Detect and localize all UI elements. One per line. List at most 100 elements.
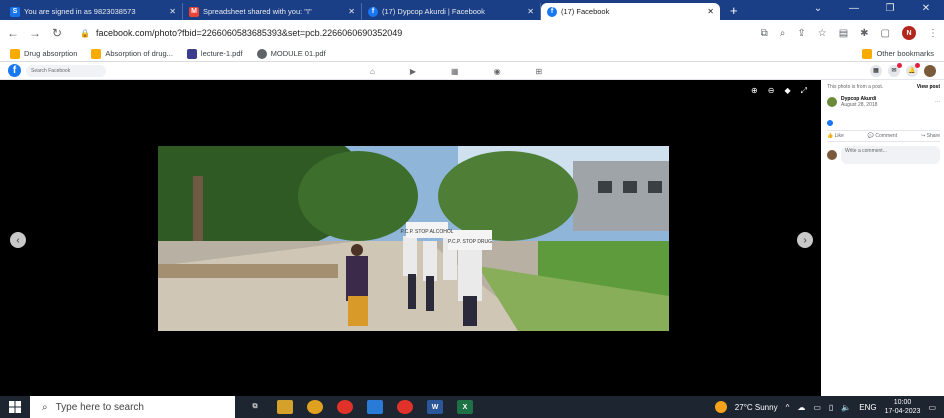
close-icon[interactable]: ✕ [707, 7, 714, 16]
volume-icon[interactable]: 🔈 [841, 403, 851, 412]
watch-icon[interactable]: ▶ [410, 67, 416, 76]
post-author: Dypcop Akurdi August 28, 2018 ··· [827, 96, 940, 108]
taskbar-search-input[interactable]: ⌕ Type here to search [30, 396, 235, 418]
more-options-icon[interactable]: ··· [935, 99, 940, 105]
facebook-header: f Search Facebook ⌂ ▶ ▦ ◉ ⊞ ▦ ✉ 🔔 [0, 62, 944, 80]
close-window-button[interactable]: ✕ [908, 0, 944, 20]
lock-icon[interactable]: 🔒 [80, 29, 90, 38]
close-icon[interactable]: ✕ [169, 7, 176, 16]
gaming-icon[interactable]: ⊞ [536, 67, 543, 76]
tab-3[interactable]: f (17) Dypcop Akurdi | Facebook ✕ [362, 3, 541, 20]
facebook-icon: f [547, 6, 557, 17]
page-avatar[interactable] [827, 97, 837, 107]
bookmark-drug-absorption[interactable]: Drug absorption [10, 48, 77, 59]
url-input[interactable]: 🔒 facebook.com/photo?fbid=22660605836853… [72, 24, 753, 43]
like-count[interactable] [827, 120, 940, 128]
bookmark-icon [10, 48, 20, 59]
like-button[interactable]: 👍 Like [827, 133, 844, 139]
facebook-logo[interactable]: f [8, 64, 21, 77]
menu-icon[interactable]: ⋮ [928, 28, 938, 39]
task-view-icon[interactable]: ⧉ [247, 400, 263, 414]
groups-icon[interactable]: ◉ [494, 67, 501, 76]
comment-input[interactable]: Write a comment... [841, 146, 940, 164]
system-tray: 27°C Sunny ^ ☁ ▭ ▯ 🔈 ENG 10:00 17-04-202… [714, 398, 944, 416]
star-icon[interactable]: ☆ [818, 28, 827, 39]
clock[interactable]: 10:00 17-04-2023 [885, 398, 921, 416]
windows-start-button[interactable] [0, 401, 30, 413]
tag-icon[interactable]: ◆ [784, 86, 790, 96]
zoom-out-icon[interactable]: ⊖ [768, 86, 775, 96]
bookmark-absorption-of-drug[interactable]: Absorption of drug... [91, 48, 173, 59]
other-bookmarks[interactable]: Other bookmarks [862, 48, 934, 59]
bookmark-icon [91, 48, 102, 59]
opera-icon[interactable] [337, 400, 353, 414]
notifications-icon[interactable]: 🔔 [906, 62, 920, 77]
facebook-search-input[interactable]: Search Facebook [26, 64, 106, 77]
gmail-icon: M [189, 6, 199, 17]
extensions-icon[interactable]: ✱ [860, 28, 868, 39]
close-icon[interactable]: ✕ [527, 7, 534, 16]
fullscreen-icon[interactable]: ⤢ [801, 86, 807, 96]
rally-photo-image: P.C.P. STOP ALCOHOL P.C.P. STOP DRUG [158, 146, 669, 331]
battery-icon[interactable]: ▯ [829, 403, 833, 412]
site-favicon-icon: S [10, 6, 20, 17]
tab-search-icon[interactable]: ⌄ [800, 0, 836, 20]
previous-photo-button[interactable]: ‹ [10, 232, 26, 248]
post-header: This photo is from a post. View post [827, 84, 940, 90]
tab-strip: S You are signed in as 9823038573 ✕ M Sprea… [0, 0, 944, 20]
account-avatar[interactable] [924, 64, 936, 77]
new-tab-button[interactable]: + [720, 3, 748, 20]
minimize-button[interactable]: — [836, 0, 872, 20]
zoom-in-icon[interactable]: ⊕ [751, 86, 758, 96]
notification-dot [915, 62, 920, 68]
comment-button[interactable]: 💬 Comment [868, 133, 897, 139]
globe-icon [256, 48, 267, 59]
tab-2[interactable]: M Spreadsheet shared with you: "I" ✕ [183, 3, 362, 20]
install-icon[interactable]: ⧉ [761, 28, 768, 39]
marketplace-icon[interactable]: ▦ [451, 67, 459, 76]
shield-icon [186, 48, 197, 59]
excel-icon[interactable]: X [457, 400, 473, 414]
chevron-up-icon[interactable]: ^ [786, 403, 790, 412]
reading-list-icon[interactable]: ▤ [839, 28, 848, 39]
file-explorer-icon[interactable] [277, 400, 293, 414]
photo: P.C.P. STOP ALCOHOL P.C.P. STOP DRUG [158, 146, 669, 331]
restore-button[interactable]: ❐ [872, 0, 908, 20]
folder-icon [862, 48, 873, 59]
address-bar-row: ← → ↻ 🔒 facebook.com/photo?fbid=22660605… [0, 20, 944, 46]
chrome-icon[interactable] [307, 400, 323, 414]
zoom-icon[interactable]: ⌕ [780, 28, 786, 39]
reload-icon[interactable]: ↻ [50, 26, 64, 40]
tab-1[interactable]: S You are signed in as 9823038573 ✕ [4, 3, 183, 20]
forward-icon[interactable]: → [28, 26, 42, 40]
view-post-link[interactable]: View post [917, 84, 940, 90]
weather-icon[interactable] [714, 401, 727, 413]
menu-grid-icon[interactable]: ▦ [870, 64, 882, 77]
next-photo-button[interactable]: › [797, 232, 813, 248]
close-icon[interactable]: ✕ [348, 7, 355, 16]
sidebar-icon[interactable]: ▢ [881, 28, 890, 39]
cloud-icon[interactable]: ☁ [797, 403, 805, 412]
taskbar-apps: ⧉ W X [247, 400, 473, 414]
post-sidebar: This photo is from a post. View post Dyp… [821, 80, 944, 396]
messenger-icon[interactable]: ✉ [888, 62, 902, 77]
network-icon[interactable]: ▭ [813, 403, 821, 412]
notification-dot [897, 62, 902, 68]
home-icon[interactable]: ⌂ [370, 67, 375, 76]
comment-box: Write a comment... [827, 146, 940, 164]
edge-icon[interactable] [367, 400, 383, 414]
facebook-header-right: ▦ ✉ 🔔 [870, 62, 936, 77]
bookmark-module-01[interactable]: MODULE 01.pdf [256, 48, 326, 59]
bookmark-lecture-1[interactable]: lecture-1.pdf [186, 48, 243, 59]
tab-4-active[interactable]: f (17) Facebook ✕ [541, 3, 720, 20]
share-icon[interactable]: ⇪ [797, 28, 805, 39]
chrome-active-icon[interactable] [397, 400, 413, 414]
protest-sign-2: P.C.P. STOP DRUG [448, 239, 492, 245]
back-icon[interactable]: ← [6, 26, 20, 40]
share-button[interactable]: ↪ Share [921, 133, 940, 139]
word-icon[interactable]: W [427, 400, 443, 414]
photo-viewer: ⊕ ⊖ ◆ ⤢ ‹ › P.C.P. STOP ALCOHOL P.C.P. S… [0, 80, 821, 396]
profile-avatar[interactable]: N [902, 26, 916, 40]
viewer-tools: ⊕ ⊖ ◆ ⤢ [751, 86, 807, 96]
notifications-center-icon[interactable]: ▭ [928, 403, 936, 412]
